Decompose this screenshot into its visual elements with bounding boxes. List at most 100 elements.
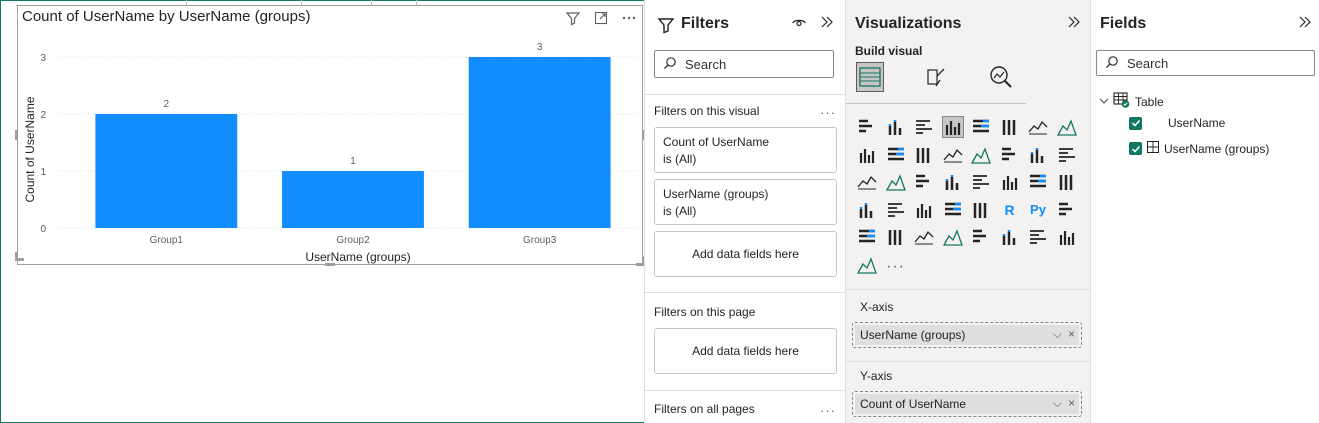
stacked-column-icon[interactable] [885, 116, 907, 138]
key-influencers-icon[interactable] [1056, 199, 1078, 221]
line-chart-icon[interactable] [1027, 116, 1049, 138]
table-node[interactable]: Table [1099, 91, 1164, 112]
bar-group2 [282, 171, 424, 228]
fields-title: Fields [1100, 15, 1147, 32]
slicer-icon[interactable] [913, 199, 935, 221]
x-axis-label: X-axis [860, 300, 894, 314]
map-icon[interactable] [913, 171, 935, 193]
y-axis-title: Count of UserName [23, 96, 37, 202]
build-visual-tab[interactable] [856, 62, 884, 92]
close-icon[interactable]: × [1068, 396, 1075, 411]
table-icon[interactable] [942, 199, 964, 221]
bar-chart-visual[interactable]: Count of UserName by UserName (groups) 0… [17, 5, 643, 265]
checkbox-checked-icon[interactable] [1129, 116, 1142, 130]
field-item-username-groups[interactable]: UserName (groups) [1129, 140, 1269, 157]
chevron-down-icon[interactable]: ⌵ [1053, 396, 1062, 411]
power-apps-icon[interactable] [999, 226, 1021, 248]
chevron-down-icon[interactable] [1099, 95, 1109, 109]
kpi-icon[interactable] [885, 199, 907, 221]
close-icon[interactable]: × [1068, 327, 1075, 342]
collapse-pane-icon[interactable] [1297, 14, 1313, 35]
filters-all-pages-label: Filters on all pages [654, 402, 755, 416]
collapse-pane-icon[interactable] [1066, 14, 1082, 35]
search-icon [1105, 55, 1119, 72]
table-icon [1113, 91, 1131, 112]
chevron-down-icon[interactable]: ⌵ [1053, 327, 1062, 342]
pie-chart-icon[interactable] [1056, 144, 1078, 166]
filter-card-count-username[interactable]: Count of UserName is (All) [654, 127, 837, 173]
bar-group1 [95, 114, 238, 228]
add-data-fields-visual[interactable]: Add data fields here [654, 231, 837, 277]
format-visual-tab[interactable] [924, 66, 948, 95]
y-axis-field: Count of UserName [860, 397, 967, 411]
divider [846, 103, 1026, 104]
add-data-fields-page[interactable]: Add data fields here [654, 328, 837, 374]
fields-search-input[interactable]: Search [1096, 50, 1315, 76]
r-visual-label: R [1004, 201, 1015, 218]
y-tick-label: 2 [40, 110, 46, 121]
data-label: 2 [164, 99, 170, 110]
resize-handle-bottom[interactable] [325, 263, 335, 266]
shape-map-icon[interactable] [970, 171, 992, 193]
multi-row-card-icon[interactable] [856, 199, 878, 221]
paginated-report-icon[interactable] [970, 226, 992, 248]
table-name: Table [1135, 94, 1164, 109]
checkbox-checked-icon[interactable] [1129, 142, 1142, 155]
ribbon-chart-icon[interactable] [942, 144, 964, 166]
gauge-icon[interactable] [1027, 171, 1049, 193]
metrics-icon[interactable] [942, 226, 964, 248]
x-axis-well[interactable]: UserName (groups) ⌵ × [852, 322, 1082, 348]
donut-chart-icon[interactable] [856, 171, 878, 193]
line-column-icon[interactable] [885, 144, 907, 166]
fields-pane: Fields Search Table UserName UserName (g… [1090, 0, 1319, 423]
filters-search-input[interactable]: Search [654, 50, 834, 78]
power-automate-icon[interactable] [1027, 226, 1049, 248]
paintbrush-icon [927, 68, 945, 87]
field-item-username[interactable]: UserName [1129, 116, 1225, 130]
magnifier-chart-icon [990, 66, 1012, 88]
search-placeholder: Search [1127, 55, 1169, 71]
field-label: UserName [1168, 116, 1226, 130]
stacked-area-icon[interactable] [856, 144, 878, 166]
decomposition-tree-icon[interactable] [856, 226, 878, 248]
qa-icon[interactable] [885, 226, 907, 248]
funnel-icon[interactable] [999, 144, 1021, 166]
more-options-icon[interactable]: ··· [820, 403, 836, 418]
search-placeholder: Search [685, 56, 727, 72]
resize-handle-bl-v[interactable] [15, 252, 18, 261]
area-chart-icon[interactable] [1056, 116, 1078, 138]
r-visual-icon[interactable]: R [999, 199, 1021, 221]
100-bar-icon[interactable] [970, 116, 992, 138]
filter-icon [657, 16, 675, 39]
analytics-tab[interactable] [988, 64, 1014, 95]
clustered-bar-icon[interactable] [913, 116, 935, 138]
stacked-bar-icon[interactable] [856, 116, 878, 138]
scatter-icon[interactable] [1027, 144, 1049, 166]
data-label: 1 [350, 156, 356, 167]
data-label: 3 [537, 42, 543, 53]
card-icon[interactable] [1056, 171, 1078, 193]
resize-handle-left[interactable] [15, 130, 18, 140]
python-visual-icon[interactable]: Py [1027, 199, 1049, 221]
eye-icon[interactable] [791, 15, 807, 36]
filled-map-icon[interactable] [942, 171, 964, 193]
more-visuals-icon[interactable]: ··· [886, 258, 905, 276]
clustered-column-icon[interactable] [941, 116, 964, 138]
gantt-icon[interactable] [856, 254, 878, 276]
chevron-icon[interactable] [1056, 226, 1078, 248]
100-column-icon[interactable] [999, 116, 1021, 138]
treemap-icon[interactable] [885, 171, 907, 193]
fields-grid-icon [859, 67, 881, 87]
waterfall-icon[interactable] [970, 144, 992, 166]
azure-map-icon[interactable] [999, 171, 1021, 193]
build-visual-label: Build visual [855, 44, 923, 58]
more-options-icon[interactable]: ··· [820, 105, 836, 120]
narrative-icon[interactable] [913, 226, 935, 248]
y-axis-label: Y-axis [860, 369, 893, 383]
matrix-icon[interactable] [970, 199, 992, 221]
y-axis-well[interactable]: Count of UserName ⌵ × [852, 391, 1082, 417]
collapse-pane-icon[interactable] [819, 14, 835, 35]
divider [846, 289, 1091, 290]
filter-card-username-groups[interactable]: UserName (groups) is (All) [654, 179, 837, 225]
line-clustered-icon[interactable] [913, 144, 935, 166]
